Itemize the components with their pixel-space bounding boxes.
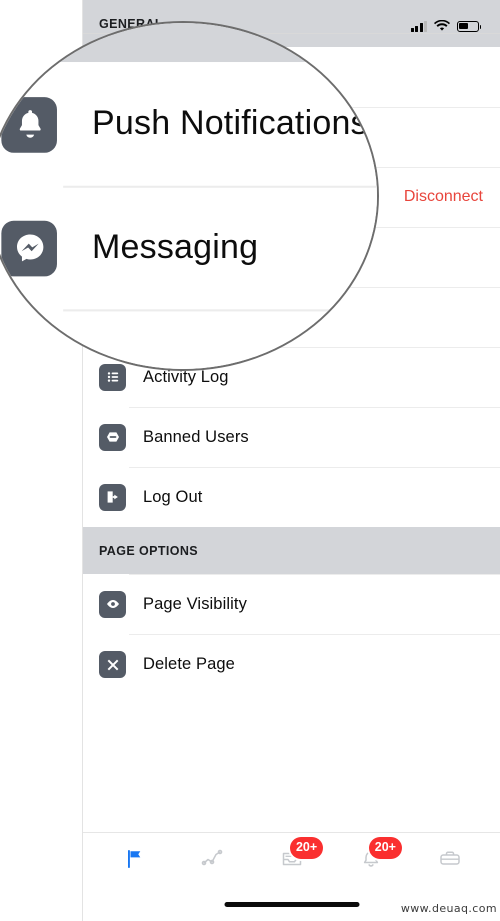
section-header-label: GENERAL — [1, 23, 133, 28]
row-label: Push Notifications — [92, 104, 368, 142]
tab-inbox[interactable]: 20+ — [266, 837, 324, 879]
badge-inbox: 20+ — [289, 837, 324, 859]
tab-pages[interactable] — [108, 839, 160, 879]
pages-flag-icon — [128, 850, 141, 868]
screenshot-root: GENERAL Push Notifications Messaging — [0, 0, 500, 921]
row-label: Delete Page — [143, 654, 235, 673]
magnified-row-push-notifications[interactable]: Push Notifications — [0, 62, 377, 186]
tab-insights[interactable] — [187, 839, 239, 879]
wifi-icon — [434, 20, 450, 31]
tab-more[interactable] — [424, 839, 476, 879]
magnified-section-header-general: GENERAL — [0, 23, 377, 63]
logout-icon — [99, 483, 126, 511]
magnified-row-messaging[interactable]: Messaging — [0, 185, 377, 310]
x-icon — [99, 650, 126, 678]
badge-notifications: 20+ — [368, 837, 402, 859]
instagram-icon — [1, 343, 57, 369]
insights-icon — [201, 849, 223, 866]
row-banned-users[interactable]: Banned Users — [83, 407, 500, 467]
magnifier-content: GENERAL Push Notifications Messaging — [0, 23, 377, 369]
briefcase-icon — [439, 851, 460, 865]
tab-notifications[interactable]: 20+ — [345, 837, 402, 879]
disconnect-button[interactable]: Disconnect — [404, 188, 483, 206]
row-label: Log Out — [143, 487, 203, 506]
row-label: Messaging — [92, 227, 259, 266]
ban-icon — [99, 423, 126, 451]
magnified-row-instagram[interactable] — [0, 309, 377, 369]
row-delete-page[interactable]: Delete Page — [83, 634, 500, 694]
home-indicator — [224, 902, 360, 907]
row-label: Page Visibility — [143, 594, 247, 613]
watermark: www.deuaq.com — [400, 902, 497, 915]
section-header-label: PAGE OPTIONS — [99, 543, 199, 558]
bell-icon — [1, 96, 57, 152]
eye-icon — [99, 590, 126, 618]
row-label: Banned Users — [143, 427, 249, 446]
section-header-page-options: PAGE OPTIONS — [83, 527, 500, 574]
row-log-out[interactable]: Log Out — [83, 467, 500, 527]
row-page-visibility[interactable]: Page Visibility — [83, 574, 500, 634]
battery-icon — [457, 20, 482, 32]
messenger-icon — [1, 219, 57, 276]
cellular-signal-icon — [410, 20, 427, 32]
magnifier-loupe: GENERAL Push Notifications Messaging — [0, 21, 379, 371]
bottom-tab-bar: 20+ 20+ www.deuaq.com — [83, 832, 500, 921]
